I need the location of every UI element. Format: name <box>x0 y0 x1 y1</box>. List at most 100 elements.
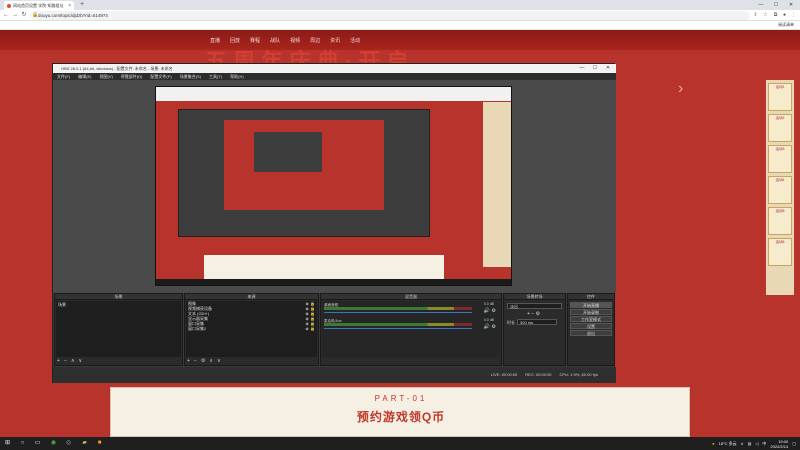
obs-menu-item[interactable]: 配置文件(P) <box>150 74 171 80</box>
transition-select[interactable]: 淡出 <box>507 303 562 309</box>
explorer-taskbar-icon[interactable]: ▰ <box>80 439 89 448</box>
address-bar[interactable]: 🔒 douyu.com/topic/djdzb?rid=514974 <box>30 11 750 20</box>
scenes-list: 场景 <box>56 301 181 357</box>
url-text: douyu.com/topic/djdzb?rid=514974 <box>38 13 108 18</box>
site-nav-item[interactable]: 资讯 <box>330 37 340 44</box>
windows-start-icon[interactable]: ⊞ <box>3 439 12 448</box>
network-icon[interactable]: ▤ <box>748 441 752 446</box>
source-down-button[interactable]: ∨ <box>217 358 221 364</box>
tab-title: 网站首页设置 学院·知路组址 <box>13 2 64 8</box>
site-nav-item[interactable]: 回放 <box>230 37 240 44</box>
site-nav-item[interactable]: 直播 <box>210 37 220 44</box>
input-language[interactable]: 中 <box>762 441 766 447</box>
window-close-button[interactable]: ✕ <box>784 0 798 10</box>
sources-header: 来源 <box>185 294 318 300</box>
volume-slider[interactable] <box>324 312 472 313</box>
site-nav-item[interactable]: 视频 <box>290 37 300 44</box>
control-button[interactable]: 开始直播 <box>570 302 612 308</box>
weather-icon: ● <box>712 441 715 446</box>
new-tab-button[interactable]: + <box>80 1 84 8</box>
controls-dock: 控件 开始直播 开始录制 工作室模式 设置 退出 <box>567 293 615 366</box>
obs-statusbar: LIVE: 00:00:00 REC: 00:00:00 CPU: 1.9%, … <box>53 367 616 383</box>
remove-scene-button[interactable]: − <box>64 358 67 364</box>
volume-icon[interactable]: ◁ <box>755 441 758 446</box>
side-activity-card[interactable]: 活动5 <box>768 207 792 235</box>
site-nav-item[interactable]: 战队 <box>270 37 280 44</box>
windows-taskbar: ⊞ ○ ▭ ◉ ◎ ▰ ■ ● 18°C 多云 ∧ ▤ ◁ 中 19:00 20… <box>0 437 800 450</box>
obs-menu-item[interactable]: 编辑(E) <box>78 74 91 80</box>
scene-up-button[interactable]: ∧ <box>71 358 75 364</box>
control-button[interactable]: 工作室模式 <box>570 316 612 322</box>
obs-menu-item[interactable]: 视图(V) <box>99 74 112 80</box>
chrome-taskbar-icon[interactable]: ◉ <box>49 439 58 448</box>
site-nav-item[interactable]: 周边 <box>310 37 320 44</box>
obs-menu-item[interactable]: 工具(T) <box>209 74 222 80</box>
menu-icon[interactable]: ⋮ <box>790 12 797 19</box>
bookmark-star-icon[interactable]: ☆ <box>762 12 769 19</box>
part-label: PART-01 <box>374 394 428 403</box>
browser-tab[interactable]: 网站首页设置 学院·知路组址 × <box>4 1 74 10</box>
obs-title: OBS 28.0.1 (64-bit, windows) - 配置文件: 未命名… <box>61 66 173 71</box>
mixer-channel: 桌面音频 0.0 dB 🔊 ⚙ <box>324 302 498 317</box>
mute-settings-icon[interactable]: 🔊 ⚙ <box>484 308 496 314</box>
volume-slider[interactable] <box>324 328 472 329</box>
reading-list-button[interactable]: 阅读清单 <box>778 22 794 28</box>
search-icon[interactable]: ○ <box>18 439 27 448</box>
mixer-list: 桌面音频 0.0 dB 🔊 ⚙ 麦克风/Aux 0.0 dB 🔊 ⚙ <box>322 301 500 357</box>
volume-meter <box>324 323 472 326</box>
source-item[interactable]: 窗口采集2 ◉ 🔒 <box>186 326 317 331</box>
scenes-footer: + − ∧ ∨ <box>57 358 82 364</box>
tab-close-icon[interactable]: × <box>68 3 71 9</box>
obs-maximize-button[interactable]: ☐ <box>589 64 601 73</box>
obs-window: OBS 28.0.1 (64-bit, windows) - 配置文件: 未命名… <box>52 63 616 383</box>
clock[interactable]: 19:00 2022/2/14 <box>770 439 788 449</box>
source-settings-icon[interactable]: ⚙ <box>201 358 205 364</box>
side-activity-strip: 活动1 活动2 活动3 活动4 活动5 活动6 <box>766 80 794 295</box>
extensions-icon[interactable]: ⧉ <box>772 12 779 19</box>
add-source-button[interactable]: + <box>187 358 190 364</box>
obs-minimize-button[interactable]: — <box>576 64 588 73</box>
obs-menu-item[interactable]: 场景集合(S) <box>180 74 201 80</box>
status-text: LIVE: 00:00:00 REC: 00:00:00 CPU: 1.9%, … <box>491 372 598 377</box>
obs-menu-item[interactable]: 文件(F) <box>57 74 70 80</box>
side-activity-card[interactable]: 活动2 <box>768 114 792 142</box>
remove-source-button[interactable]: − <box>194 358 197 364</box>
profile-icon[interactable]: ● <box>781 12 788 19</box>
carousel-next-arrow-icon[interactable]: › <box>678 80 683 98</box>
side-activity-card[interactable]: 活动6 <box>768 238 792 266</box>
mute-settings-icon[interactable]: 🔊 ⚙ <box>484 324 496 330</box>
obs-menu-item[interactable]: 停靠部件(D) <box>121 74 143 80</box>
reload-button[interactable]: ↻ <box>20 11 28 20</box>
forward-button[interactable]: → <box>11 11 19 20</box>
side-activity-card[interactable]: 活动1 <box>768 83 792 111</box>
add-scene-button[interactable]: + <box>57 358 60 364</box>
visibility-lock-icon[interactable]: ◉ 🔒 <box>305 326 315 331</box>
transition-add-remove[interactable]: + − ⚙ <box>527 311 540 317</box>
source-up-button[interactable]: ∧ <box>209 358 213 364</box>
window-minimize-button[interactable]: — <box>754 0 768 10</box>
share-icon[interactable]: ⇪ <box>752 12 759 19</box>
obs-close-button[interactable]: ✕ <box>602 64 614 73</box>
side-activity-card[interactable]: 活动3 <box>768 145 792 173</box>
control-button[interactable]: 开始录制 <box>570 309 612 315</box>
obs-menu-item[interactable]: 帮助(H) <box>230 74 244 80</box>
site-nav-item[interactable]: 活动 <box>350 37 360 44</box>
live-status: LIVE: 00:00:00 <box>490 372 518 377</box>
transition-duration-input[interactable]: 300 ms <box>517 319 557 325</box>
side-activity-card[interactable]: 活动4 <box>768 176 792 204</box>
obs-preview-canvas[interactable] <box>53 80 616 293</box>
weather-text[interactable]: 18°C 多云 <box>719 441 737 447</box>
obs-taskbar-icon[interactable]: ◎ <box>64 439 73 448</box>
task-view-icon[interactable]: ▭ <box>33 439 42 448</box>
tray-chevron-icon[interactable]: ∧ <box>741 441 744 446</box>
app-taskbar-icon[interactable]: ■ <box>95 439 104 448</box>
control-button[interactable]: 退出 <box>570 330 612 336</box>
back-button[interactable]: ← <box>2 11 10 20</box>
obs-menubar: 文件(F) 编辑(E) 视图(V) 停靠部件(D) 配置文件(P) 场景集合(S) 工具(T… <box>53 73 616 80</box>
control-button[interactable]: 设置 <box>570 323 612 329</box>
window-maximize-button[interactable]: ☐ <box>769 0 783 10</box>
scene-down-button[interactable]: ∨ <box>79 358 83 364</box>
notifications-icon[interactable]: ▢ <box>792 441 796 446</box>
site-nav-item[interactable]: 赛程 <box>250 37 260 44</box>
scene-item[interactable]: 场景 <box>56 301 181 309</box>
